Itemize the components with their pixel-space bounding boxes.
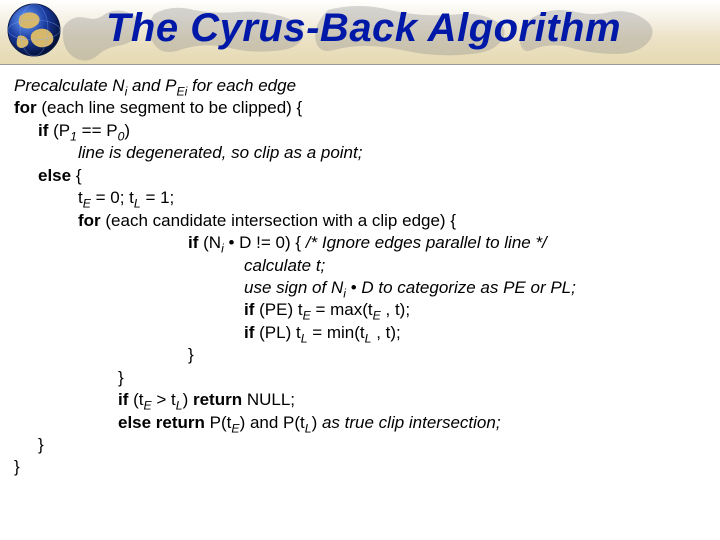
code-line: line is degenerated, so clip as a point; [14, 142, 706, 164]
code-line: } [14, 367, 706, 389]
code-line: } [14, 434, 706, 456]
code-line: for (each line segment to be clipped) { [14, 97, 706, 119]
code-line: if (PE) tE = max(tE , t); [14, 299, 706, 321]
code-line: for (each candidate intersection with a … [14, 210, 706, 232]
slide-title: The Cyrus-Back Algorithm [106, 6, 621, 51]
code-line: } [14, 344, 706, 366]
code-line: tE = 0; tL = 1; [14, 187, 706, 209]
code-line: use sign of Ni • D to categorize as PE o… [14, 277, 706, 299]
globe-icon [6, 2, 62, 58]
code-line: } [14, 456, 706, 478]
code-line: if (tE > tL) return NULL; [14, 389, 706, 411]
code-line: else return P(tE) and P(tL) as true clip… [14, 412, 706, 434]
slide-header: The Cyrus-Back Algorithm [0, 0, 720, 65]
code-line: calculate t; [14, 255, 706, 277]
code-line: if (Ni • D != 0) { /* Ignore edges paral… [14, 232, 706, 254]
code-line: Precalculate Ni and PEi for each edge [14, 75, 706, 97]
algorithm-body: Precalculate Ni and PEi for each edge fo… [0, 65, 720, 479]
code-line: if (P1 == P0) [14, 120, 706, 142]
code-line: if (PL) tL = min(tL , t); [14, 322, 706, 344]
code-line: else { [14, 165, 706, 187]
